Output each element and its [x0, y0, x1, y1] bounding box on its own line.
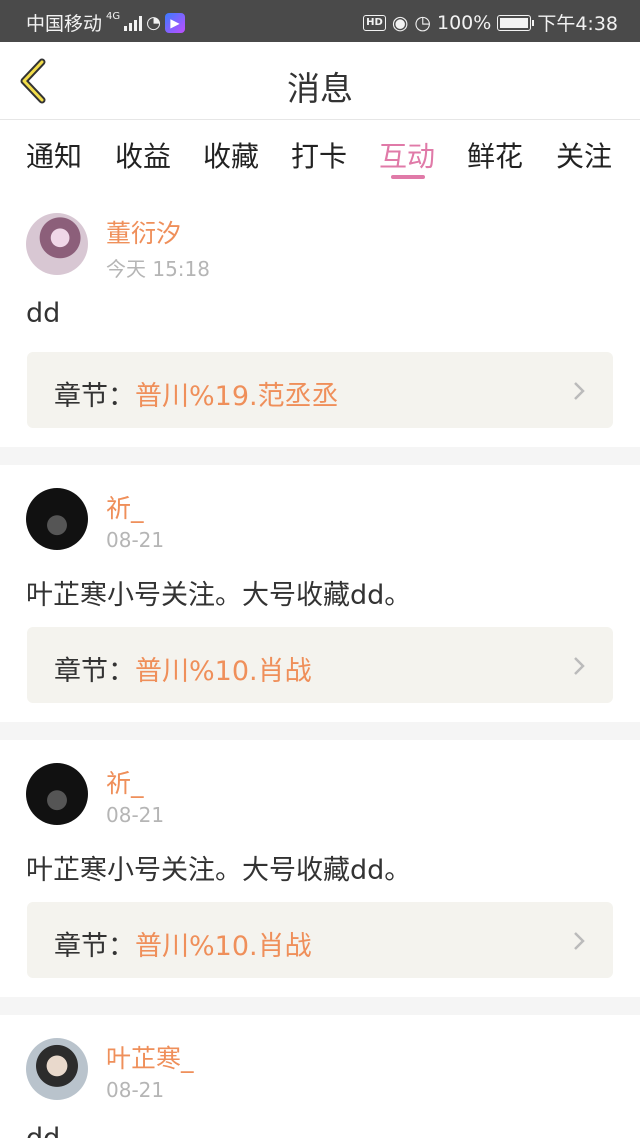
- message-content: dd: [26, 1123, 60, 1138]
- chapter-name: 普川%10.肖战: [135, 656, 312, 687]
- chevron-right-icon: [574, 932, 585, 950]
- chapter-name: 普川%19.范丞丞: [135, 381, 339, 412]
- avatar[interactable]: [26, 488, 88, 550]
- chevron-right-icon: [574, 657, 585, 675]
- tab-favorites[interactable]: 收藏: [203, 135, 259, 175]
- carrier-label: 中国移动: [26, 13, 103, 35]
- username[interactable]: 祈_: [106, 489, 144, 525]
- hd-icon: HD: [363, 14, 386, 31]
- tab-notifications[interactable]: 通知: [26, 135, 82, 175]
- clock: 下午4:38: [537, 13, 618, 35]
- battery-percent: 100%: [437, 11, 492, 34]
- signal-icon: [124, 15, 143, 31]
- message-list: 董衍汐 今天 15:18 dd 章节：普川%19.范丞丞 祈_ 08-21 叶芷…: [0, 190, 640, 1138]
- nav-header: 消息: [0, 42, 640, 120]
- message-card: 祈_ 08-21 叶芷寒小号关注。大号收藏dd。 章节：普川%10.肖战: [0, 740, 640, 1015]
- chapter-link[interactable]: 章节：普川%19.范丞丞: [27, 352, 613, 428]
- wifi-icon: ◔: [146, 12, 161, 33]
- message-content: 叶芷寒小号关注。大号收藏dd。: [26, 580, 412, 611]
- timestamp: 08-21: [106, 1078, 165, 1102]
- message-content: 叶芷寒小号关注。大号收藏dd。: [26, 855, 412, 886]
- tab-bar: 通知 收益 收藏 打卡 互动 鲜花 关注: [0, 121, 640, 189]
- message-card: 祈_ 08-21 叶芷寒小号关注。大号收藏dd。 章节：普川%10.肖战: [0, 465, 640, 740]
- avatar[interactable]: [26, 1038, 88, 1100]
- eye-icon: ◉: [391, 11, 409, 34]
- status-bar: 中国移动 4G ◔ ▶ HD ◉ ◷ 100% 下午4:38: [0, 0, 640, 42]
- chapter-prefix: 章节：: [54, 656, 135, 687]
- username[interactable]: 祈_: [106, 764, 144, 800]
- tab-checkin[interactable]: 打卡: [291, 135, 347, 175]
- active-tab-indicator: [391, 175, 425, 179]
- username[interactable]: 叶芷寒_: [106, 1039, 194, 1075]
- chapter-link[interactable]: 章节：普川%10.肖战: [27, 902, 613, 978]
- video-app-icon: ▶: [164, 12, 185, 33]
- timestamp: 今天 15:18: [106, 257, 210, 281]
- message-content: dd: [26, 298, 61, 329]
- battery-icon: [497, 14, 535, 31]
- tab-flowers[interactable]: 鲜花: [467, 135, 523, 175]
- timestamp: 08-21: [106, 803, 165, 827]
- tab-earnings[interactable]: 收益: [115, 135, 171, 175]
- tab-following[interactable]: 关注: [556, 135, 612, 175]
- alarm-icon: ◷: [414, 11, 431, 34]
- chapter-link[interactable]: 章节：普川%10.肖战: [27, 627, 613, 703]
- avatar[interactable]: [26, 763, 88, 825]
- message-card: 董衍汐 今天 15:18 dd 章节：普川%19.范丞丞: [0, 190, 640, 465]
- message-card: 叶芷寒_ 08-21 dd: [0, 1015, 640, 1138]
- username[interactable]: 董衍汐: [106, 214, 181, 250]
- chevron-right-icon: [574, 382, 585, 400]
- chapter-prefix: 章节：: [54, 931, 135, 962]
- tab-interaction[interactable]: 互动: [379, 135, 435, 175]
- page-title: 消息: [287, 69, 353, 108]
- timestamp: 08-21: [106, 528, 165, 552]
- avatar[interactable]: [26, 213, 88, 275]
- network-type: 4G: [106, 11, 121, 22]
- chapter-prefix: 章节：: [54, 381, 135, 412]
- chapter-name: 普川%10.肖战: [135, 931, 312, 962]
